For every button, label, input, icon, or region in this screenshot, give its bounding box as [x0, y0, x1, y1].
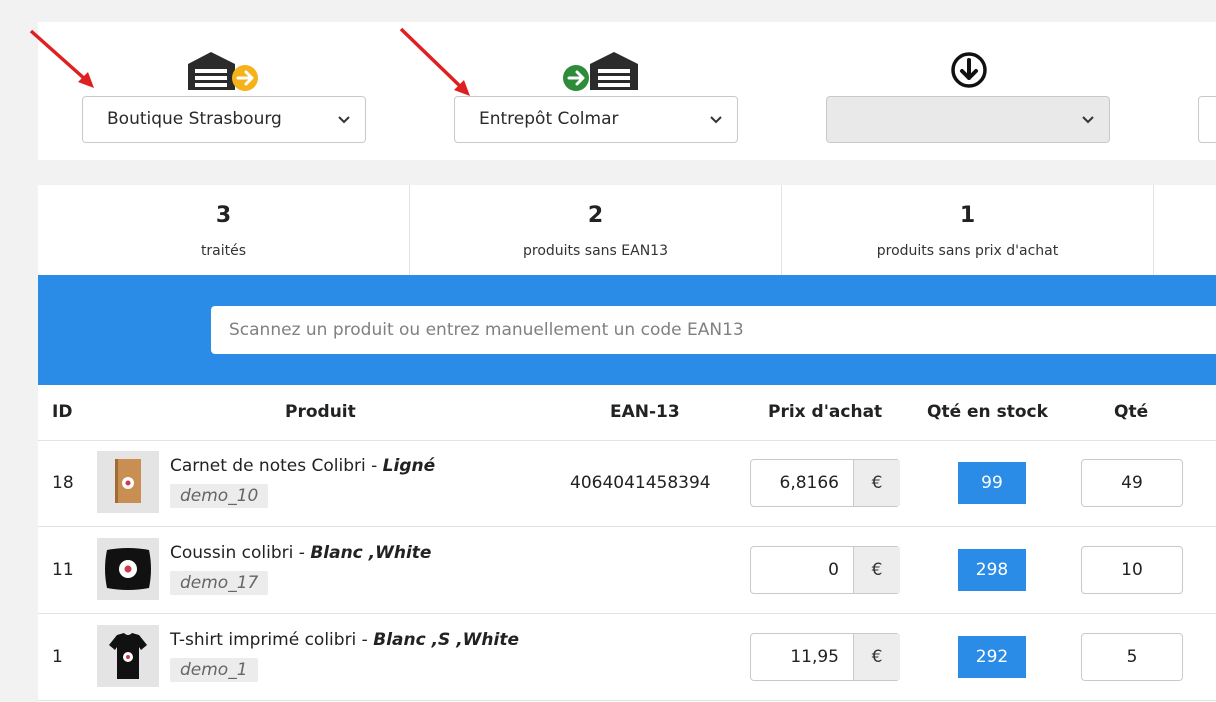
- product-variant: Blanc ,White: [310, 543, 432, 563]
- product-separator: -: [356, 630, 374, 650]
- chevron-down-icon: [338, 116, 350, 124]
- stat-processed: 3 traités: [38, 185, 410, 275]
- currency-addon: €: [853, 460, 900, 506]
- purchase-price-input[interactable]: 11,95 €: [750, 633, 900, 681]
- stat-label: produits sans EAN13: [523, 243, 668, 259]
- product-title: Coussin colibri: [170, 543, 294, 563]
- header-price: Prix d'achat: [768, 402, 883, 422]
- fourth-location: [1198, 22, 1216, 160]
- annotation-arrow-icon: [29, 29, 94, 88]
- product-reference: demo_17: [170, 571, 269, 595]
- table-row: 18 Carnet de notes Colibri - Ligné demo_…: [38, 440, 1216, 527]
- chevron-down-icon: [1082, 116, 1094, 124]
- product-separator: -: [365, 456, 383, 476]
- stock-badge: 99: [958, 462, 1026, 504]
- stat-no-ean: 2 produits sans EAN13: [410, 185, 782, 275]
- product-separator: -: [293, 543, 311, 563]
- product-title: Carnet de notes Colibri: [170, 456, 366, 476]
- chevron-down-icon: [710, 116, 722, 124]
- cushion-thumbnail[interactable]: [97, 538, 159, 600]
- stat-label: produits sans prix d'achat: [876, 243, 1059, 259]
- stat-label: traités: [200, 243, 247, 259]
- stat-value: 2: [587, 203, 604, 228]
- product-table: ID Produit EAN-13 Prix d'achat Qté en st…: [38, 385, 1216, 702]
- purchase-price-input[interactable]: 6,8166 €: [750, 459, 900, 507]
- download-circle-icon: [826, 50, 1112, 92]
- product-name[interactable]: Carnet de notes Colibri - Ligné: [170, 456, 435, 476]
- product-variant: Blanc ,S ,White: [373, 630, 520, 650]
- purchase-price-value: 11,95: [790, 647, 839, 667]
- source-location-value: Boutique Strasbourg: [107, 109, 282, 129]
- header-qty: Qté: [1114, 402, 1149, 422]
- fourth-location-select[interactable]: [1198, 96, 1216, 143]
- table-row: 11 Coussin colibri - Blanc ,White demo_1…: [38, 527, 1216, 614]
- destination-location-value: Entrepôt Colmar: [479, 109, 619, 129]
- purchase-price-value: 0: [828, 560, 839, 580]
- table-row: 1 T-shirt imprimé colibri - Blanc ,S ,Wh…: [38, 614, 1216, 701]
- product-name[interactable]: Coussin colibri - Blanc ,White: [170, 543, 431, 563]
- stat-no-price: 1 produits sans prix d'achat: [782, 185, 1154, 275]
- quantity-input[interactable]: 10: [1081, 546, 1183, 594]
- destination-location: Entrepôt Colmar: [454, 22, 740, 160]
- location-panel: Boutique Strasbourg Entrepôt Colmar: [38, 22, 1216, 160]
- source-location: Boutique Strasbourg: [82, 22, 368, 160]
- product-title: T-shirt imprimé colibri: [170, 630, 357, 650]
- purchase-price-input[interactable]: 0 €: [750, 546, 900, 594]
- header-id: ID: [52, 402, 73, 422]
- row-id: 1: [52, 647, 63, 667]
- product-variant: Ligné: [382, 456, 436, 476]
- stock-badge: 298: [958, 549, 1026, 591]
- destination-location-select[interactable]: Entrepôt Colmar: [454, 96, 738, 143]
- purchase-price-value: 6,8166: [779, 473, 839, 493]
- scan-input[interactable]: [211, 306, 1216, 354]
- tshirt-thumbnail[interactable]: [97, 625, 159, 687]
- currency-addon: €: [853, 634, 900, 680]
- quantity-input[interactable]: 5: [1081, 633, 1183, 681]
- notebook-thumbnail[interactable]: [97, 451, 159, 513]
- stock-badge: 292: [958, 636, 1026, 678]
- warehouse-out-icon: [82, 50, 368, 92]
- stat-value: 1: [959, 203, 976, 228]
- source-location-select[interactable]: Boutique Strasbourg: [82, 96, 366, 143]
- product-reference: demo_1: [170, 658, 258, 682]
- third-location: [826, 22, 1112, 160]
- warehouse-in-icon: [454, 50, 740, 92]
- stat-value: 3: [215, 203, 232, 228]
- product-ean: 4064041458394: [570, 473, 711, 493]
- third-location-select[interactable]: [826, 96, 1110, 143]
- quantity-input[interactable]: 49: [1081, 459, 1183, 507]
- header-stock: Qté en stock: [927, 402, 1048, 422]
- scan-bar: [38, 275, 1216, 385]
- currency-addon: €: [853, 547, 900, 593]
- product-reference: demo_10: [170, 484, 269, 508]
- annotation-arrow-icon: [399, 27, 470, 96]
- row-id: 18: [52, 473, 74, 493]
- header-product: Produit: [285, 402, 356, 422]
- stats-summary: 3 traités 2 produits sans EAN13 1 produi…: [38, 185, 1216, 275]
- product-name[interactable]: T-shirt imprimé colibri - Blanc ,S ,Whit…: [170, 630, 519, 650]
- header-ean: EAN-13: [610, 402, 680, 422]
- row-id: 11: [52, 560, 74, 580]
